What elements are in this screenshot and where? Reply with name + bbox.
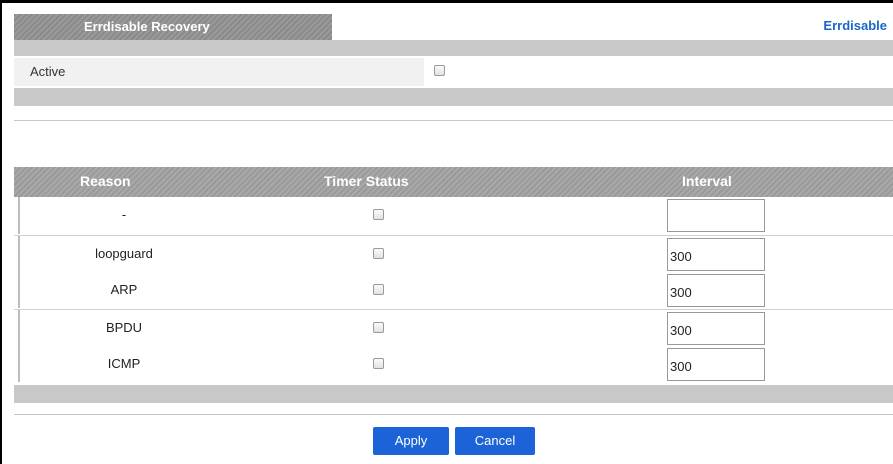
active-row: Active [14,58,893,86]
column-header-timer-status: Timer Status [324,173,409,189]
interval-input[interactable]: 300 [667,312,765,345]
interval-input[interactable]: 300 [667,348,765,381]
table-row: ARP 300 [14,272,893,309]
frame-top-border [0,0,893,3]
reason-cell: BPDU [105,320,143,335]
timer-status-checkbox[interactable] [373,284,384,295]
active-label-cell [14,58,424,86]
active-checkbox[interactable] [434,65,445,76]
timer-status-checkbox[interactable] [373,322,384,333]
apply-button[interactable]: Apply [373,427,449,455]
frame-left-border [0,0,2,464]
table-row: loopguard 300 [14,236,893,273]
section-rule [14,120,893,121]
column-header-reason: Reason [80,173,131,189]
errdisable-link[interactable]: Errdisable [823,18,887,33]
reason-cell: ICMP [107,356,141,371]
column-header-interval: Interval [682,173,732,189]
cancel-button[interactable]: Cancel [455,427,535,455]
interval-input[interactable] [667,199,765,232]
table-header: Reason Timer Status Interval [14,167,893,197]
footer-rule [14,414,893,415]
reason-cell: - [121,207,127,222]
errdisable-recovery-panel: Errdisable Recovery Errdisable Active Re… [0,0,893,464]
interval-input[interactable]: 300 [667,238,765,271]
table-row: ICMP 300 [14,346,893,383]
panel-tab-title: Errdisable Recovery [14,14,332,40]
table-row: - [14,197,893,234]
reason-cell: loopguard [95,246,153,261]
reason-cell: ARP [110,282,138,297]
section-bar [14,88,893,106]
header-bar [14,40,893,56]
active-label: Active [30,64,66,79]
interval-input[interactable]: 300 [667,274,765,307]
timer-status-checkbox[interactable] [373,248,384,259]
footer-bar [14,385,893,403]
timer-status-checkbox[interactable] [373,358,384,369]
table-row: BPDU 300 [14,310,893,347]
timer-status-checkbox[interactable] [373,209,384,220]
